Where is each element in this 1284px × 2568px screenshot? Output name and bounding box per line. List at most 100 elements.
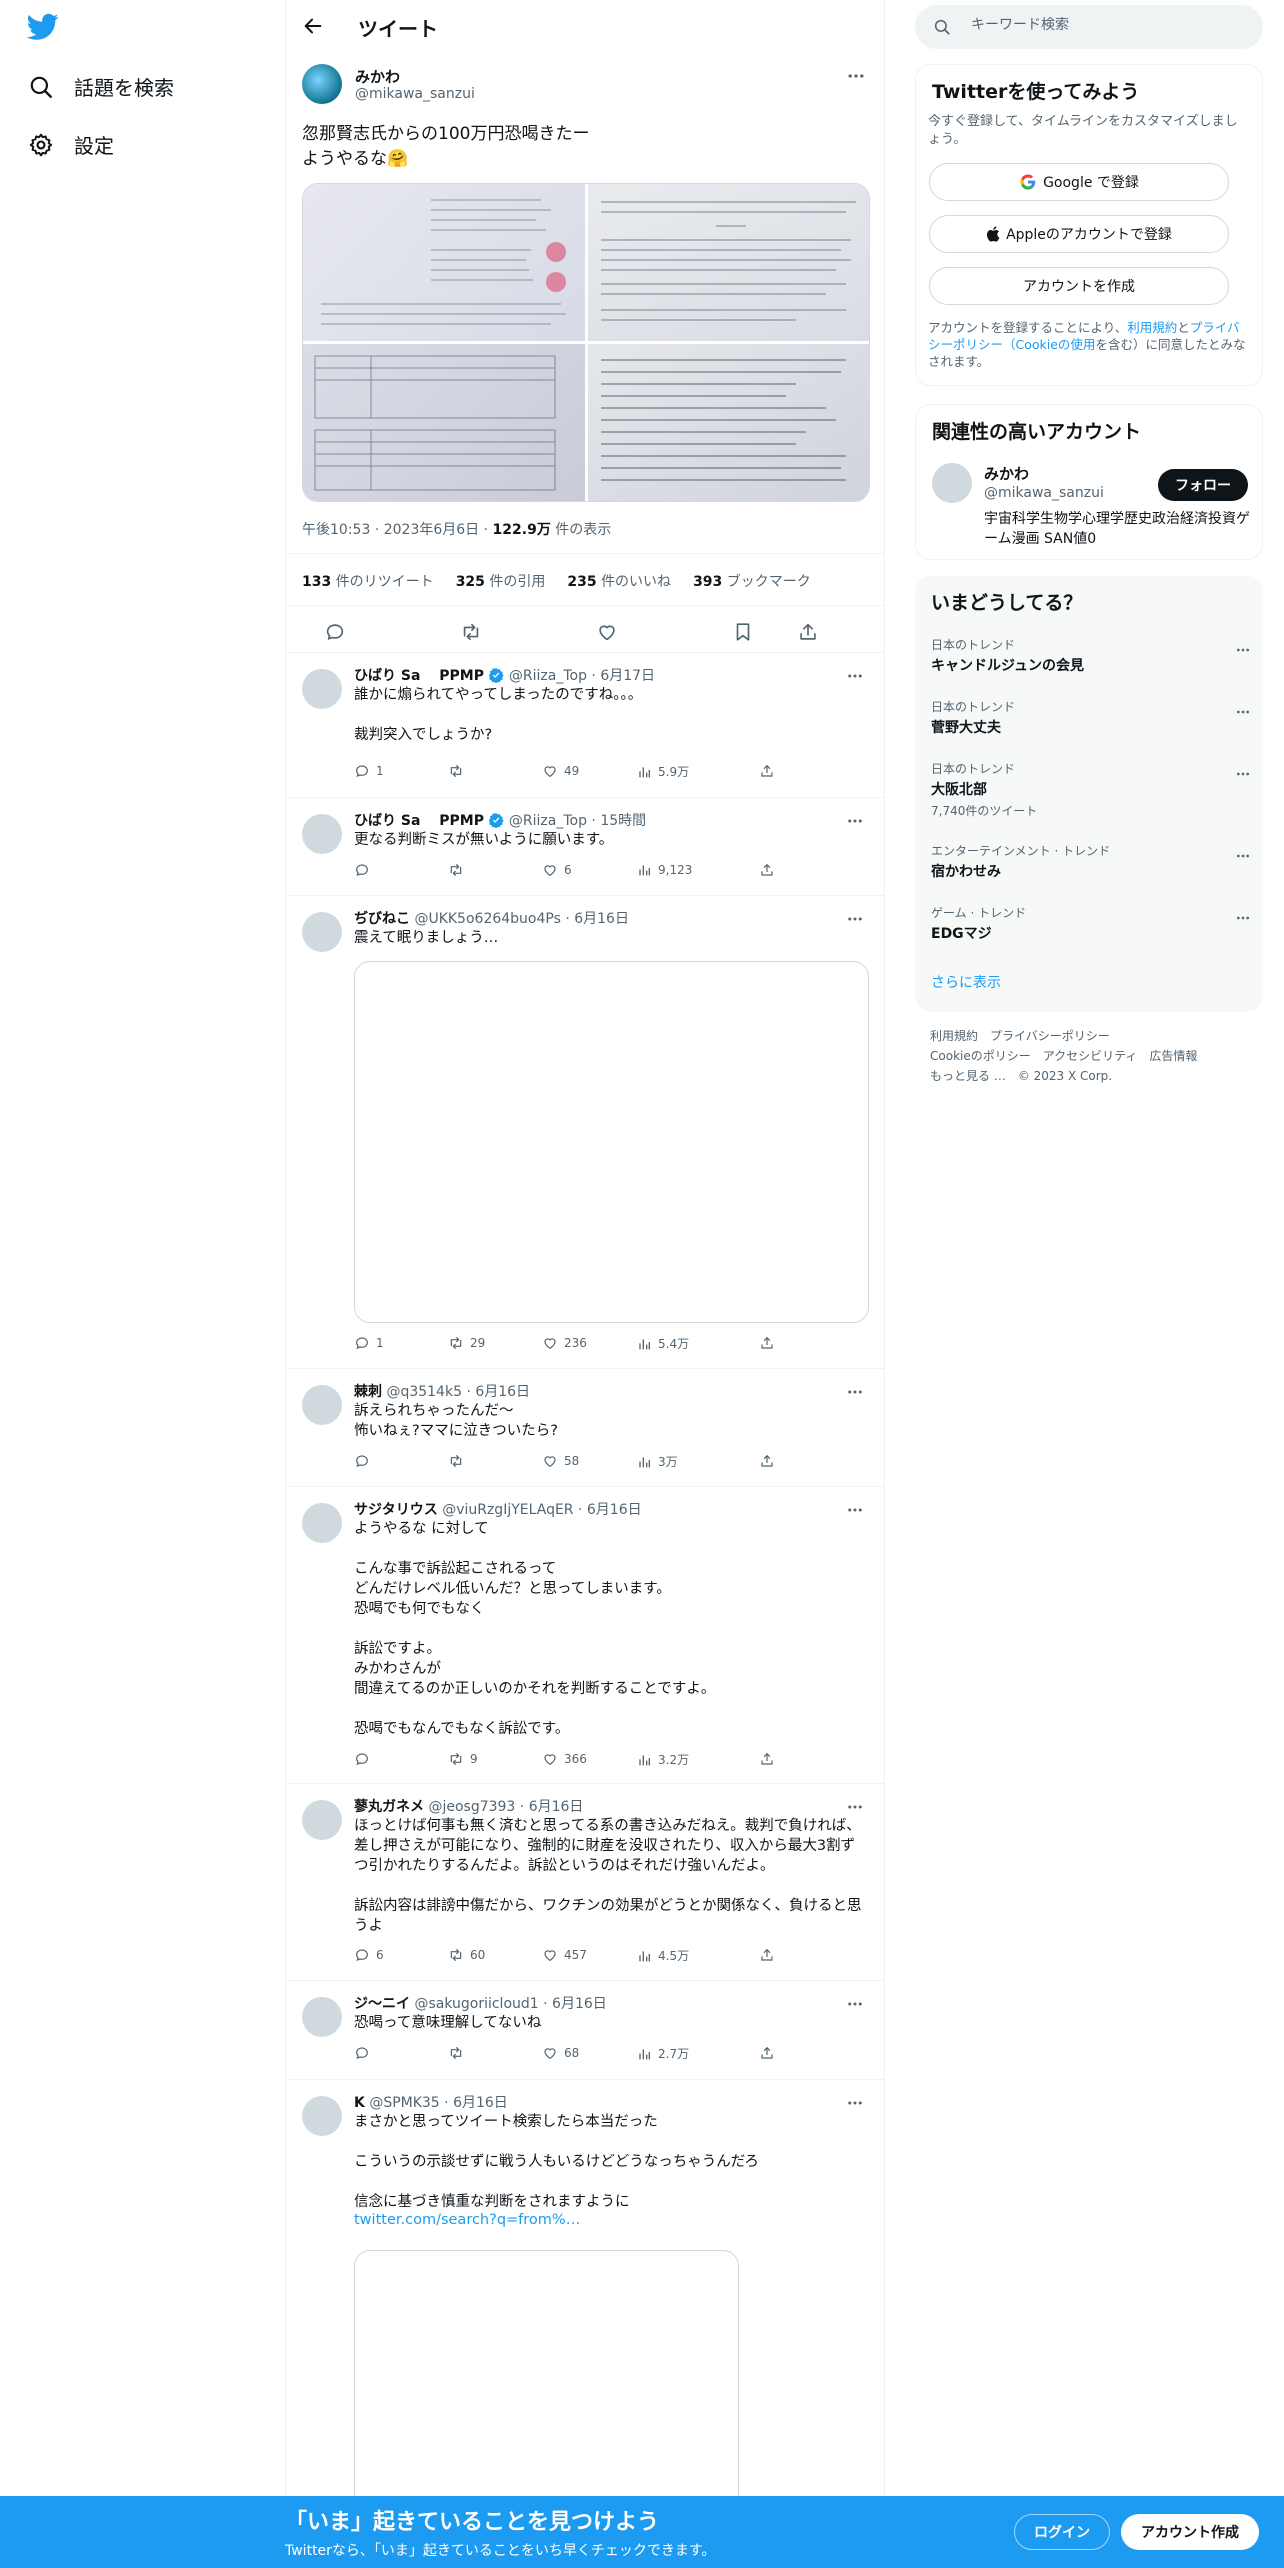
reply-date[interactable]: · 6月16日 [466,1384,530,1400]
reply-tweet[interactable]: ぢびねこ @UKK5o6264buo4Ps · 6月16日 震えて眠りましょう…… [286,896,884,1369]
quotes-stat[interactable]: 325 件の引用 [456,571,546,591]
reply-icon[interactable] [324,621,346,643]
reply-button[interactable] [354,1751,376,1767]
like-button[interactable]: 58 [542,1453,579,1469]
related-avatar[interactable] [932,463,972,503]
reply-author-handle[interactable]: @jeosg7393 [428,1799,515,1815]
reply-author-name[interactable]: ひばり Sa PPMP [354,813,484,829]
search-input[interactable] [971,17,1241,33]
reply-author-handle[interactable]: @Riiza_Top [509,668,587,684]
twitter-bird-icon[interactable] [27,13,59,41]
show-more-link[interactable]: さらに表示 [931,972,1001,992]
reply-button[interactable]: 1 [354,1335,384,1351]
signup-button[interactable]: アカウント作成 [1121,2514,1259,2550]
terms-link[interactable]: 利用規約 [1127,320,1177,335]
more-options-icon[interactable] [1235,910,1251,926]
like-button[interactable]: 49 [542,763,579,779]
bookmarks-stat[interactable]: 393 ブックマーク [693,571,811,591]
views-button[interactable]: 5.9万 [636,763,689,780]
reply-author-name[interactable]: ひばり Sa PPMP [354,668,484,684]
trend-item[interactable]: エンターテインメント · トレンド 宿かわせみ [931,842,1251,881]
reply-button[interactable] [354,862,376,878]
related-handle[interactable]: @mikawa_sanzui [984,485,1104,501]
related-name[interactable]: みかわ [984,463,1029,484]
search-box[interactable] [915,5,1263,49]
footer-more-link[interactable]: もっと見る … [930,1069,1006,1083]
footer-terms-link[interactable]: 利用規約 [930,1029,978,1043]
create-account-button[interactable]: アカウントを作成 [929,267,1229,305]
reply-avatar[interactable] [302,814,342,854]
more-options-icon[interactable] [1235,704,1251,720]
reply-author-handle[interactable]: @UKK5o6264buo4Ps [414,911,560,927]
share-icon[interactable] [797,621,819,643]
share-button[interactable] [759,1335,775,1351]
reply-author-name[interactable]: ジ〜ニイ [354,1996,410,2012]
views-button[interactable]: 5.4万 [636,1335,689,1352]
media-photo-2[interactable] [587,184,869,341]
retweet-button[interactable]: 60 [448,1947,485,1963]
reply-date[interactable]: · 6月16日 [543,1996,607,2012]
author-name[interactable]: みかわ [355,66,400,87]
share-button[interactable] [759,763,775,779]
reply-button[interactable]: 6 [354,1947,384,1963]
reply-date[interactable]: · 6月17日 [591,668,655,684]
reply-button[interactable]: 1 [354,763,384,779]
reply-avatar[interactable] [302,912,342,952]
reply-author-name[interactable]: K [354,2095,365,2111]
reply-author-name[interactable]: サジタリウス [354,1502,438,1518]
embedded-media[interactable] [354,2250,739,2510]
reply-date[interactable]: · 6月16日 [565,911,629,927]
share-button[interactable] [759,1947,775,1963]
more-options-icon[interactable] [846,1995,864,2013]
trend-item[interactable]: ゲーム · トレンド EDGマジ [931,904,1251,943]
more-options-icon[interactable] [846,1383,864,1401]
footer-cookie-link[interactable]: Cookieのポリシー [930,1049,1031,1063]
views-button[interactable]: 2.7万 [636,2045,689,2062]
retweet-button[interactable] [448,2045,470,2061]
trend-item[interactable]: 日本のトレンド 菅野大丈夫 [931,698,1251,737]
reply-author-handle[interactable]: @viuRzgIjYELAqER [442,1502,573,1518]
media-photo-4[interactable] [587,344,869,501]
trend-item[interactable]: 日本のトレンド 大阪北部 7,740件のツイート [931,760,1251,819]
more-options-icon[interactable] [846,66,866,86]
share-button[interactable] [759,862,775,878]
author-handle[interactable]: @mikawa_sanzui [355,86,475,102]
more-options-icon[interactable] [1235,642,1251,658]
retweet-button[interactable]: 29 [448,1335,485,1351]
retweet-button[interactable] [448,763,470,779]
more-options-icon[interactable] [1235,848,1251,864]
more-options-icon[interactable] [846,1798,864,1816]
reply-link[interactable]: twitter.com/search?q=from%… [354,2212,580,2228]
more-options-icon[interactable] [846,910,864,928]
tweet-time[interactable]: 午後10:53 [302,522,370,538]
reply-date[interactable]: · 6月16日 [578,1502,642,1518]
views-button[interactable]: 3万 [636,1453,678,1470]
footer-ads-link[interactable]: 広告情報 [1149,1049,1197,1063]
follow-button[interactable]: フォロー [1158,469,1248,501]
reply-tweet[interactable]: K @SPMK35 · 6月16日 まさかと思ってツイート検索したら本当だった … [286,2080,884,2510]
footer-accessibility-link[interactable]: アクセシビリティ [1043,1049,1138,1063]
share-button[interactable] [759,1751,775,1767]
views-button[interactable]: 4.5万 [636,1947,689,1964]
more-options-icon[interactable] [1235,766,1251,782]
likes-stat[interactable]: 235 件のいいね [567,571,671,591]
reply-date[interactable]: · 6月16日 [520,1799,584,1815]
views-button[interactable]: 3.2万 [636,1751,689,1768]
reply-avatar[interactable] [302,1997,342,2037]
like-button[interactable]: 6 [542,862,572,878]
views-button[interactable]: 9,123 [636,862,692,878]
reply-tweet[interactable]: サジタリウス @viuRzgIjYELAqER · 6月16日 ようやるな に対… [286,1487,884,1784]
more-options-icon[interactable] [846,2094,864,2112]
footer-privacy-link[interactable]: プライバシーポリシー [990,1029,1110,1043]
back-arrow-icon[interactable] [302,15,324,37]
like-button[interactable]: 236 [542,1335,587,1351]
like-button[interactable]: 68 [542,2045,579,2061]
reply-tweet[interactable]: 棘刺 @q3514k5 · 6月16日 訴えられちゃったんだ〜 怖いねぇ?ママに… [286,1369,884,1487]
nav-explore[interactable]: 話題を検索 [28,72,174,101]
tweet-media[interactable] [302,183,870,502]
like-icon[interactable] [596,621,618,643]
apple-signup-button[interactable]: Appleのアカウントで登録 [929,215,1229,253]
like-button[interactable]: 457 [542,1947,587,1963]
reply-author-handle[interactable]: @q3514k5 [386,1384,462,1400]
share-button[interactable] [759,1453,775,1469]
